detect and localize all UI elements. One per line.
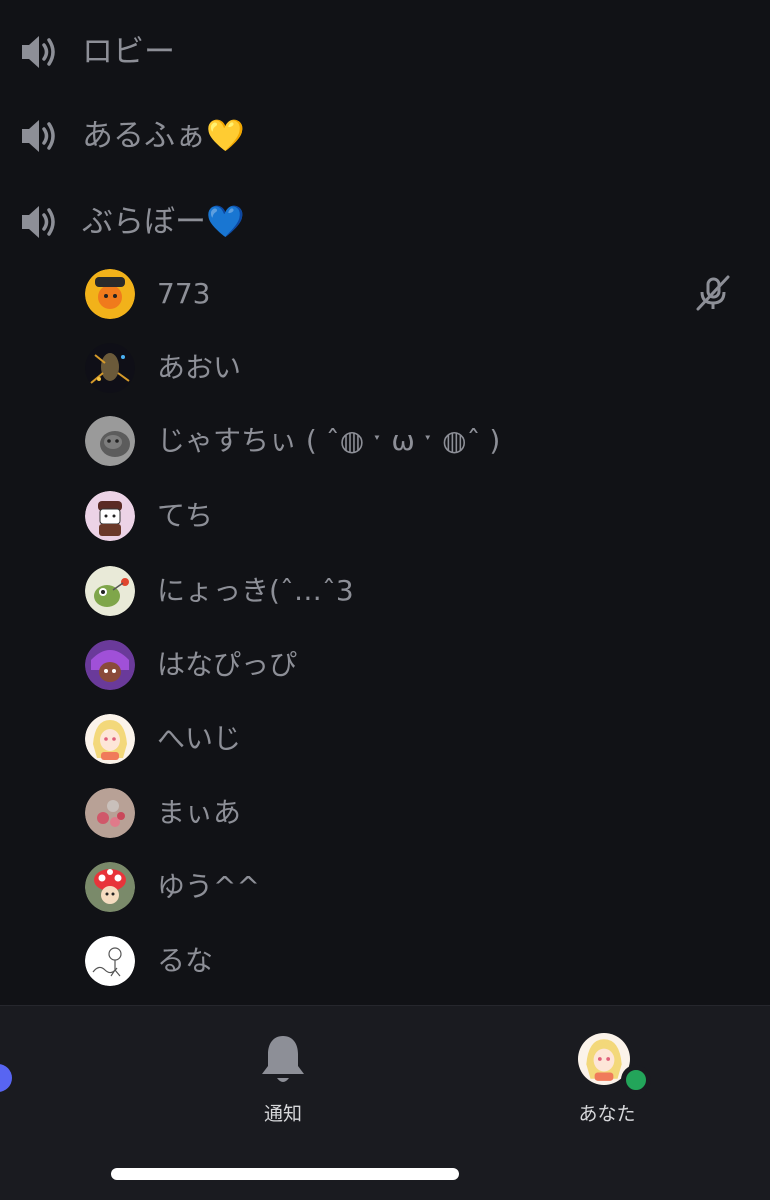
member-name: はなぴっぴ [157, 648, 298, 681]
voice-member[interactable]: るな [0, 926, 770, 996]
online-status-indicator [621, 1065, 651, 1095]
voice-member[interactable]: あおい [0, 333, 770, 403]
member-name: 773 [157, 277, 211, 310]
channel-name: ロビー [82, 34, 175, 70]
member-name: ゆう^^ [157, 870, 260, 903]
speaker-icon [22, 120, 55, 152]
voice-channel-bravo[interactable]: ぶらぼー💙 [0, 184, 770, 260]
servers-tab-icon[interactable] [0, 1064, 12, 1092]
member-name: にょっき(ˆ…ˆ3 [157, 574, 354, 607]
avatar [85, 491, 135, 541]
mic-muted-icon [696, 275, 730, 311]
bottom-tab-bar: 通知 あなた [0, 1005, 770, 1200]
voice-member[interactable]: はなぴっぴ [0, 630, 770, 700]
tab-label: 通知 [263, 1103, 302, 1125]
avatar [85, 714, 135, 764]
member-name: へいじ [157, 722, 242, 755]
speaker-icon [22, 206, 55, 238]
voice-member[interactable]: ゆう^^ [0, 852, 770, 922]
channel-name: ぶらぼー💙 [82, 204, 245, 240]
avatar [85, 566, 135, 616]
speaker-icon [22, 36, 55, 68]
tab-you[interactable]: あなた [537, 1028, 677, 1138]
voice-member[interactable]: へいじ [0, 704, 770, 774]
voice-channel-lobby[interactable]: ロビー [0, 14, 770, 90]
member-name: てち [157, 499, 214, 532]
home-indicator[interactable] [111, 1168, 459, 1180]
avatar [85, 343, 135, 393]
member-name: まぃあ [157, 796, 242, 829]
voice-member[interactable]: まぃあ [0, 778, 770, 848]
voice-member[interactable]: にょっき(ˆ…ˆ3 [0, 556, 770, 626]
member-name: るな [157, 944, 214, 977]
tab-notifications[interactable]: 通知 [213, 1028, 353, 1138]
avatar [85, 640, 135, 690]
voice-member[interactable]: 773 [0, 259, 770, 329]
tab-label: あなた [578, 1103, 636, 1125]
voice-member[interactable]: じゃすちぃ ( ˆ◍ ˑ ω ˑ ◍ˆ ) [0, 406, 770, 476]
member-name: じゃすちぃ ( ˆ◍ ˑ ω ˑ ◍ˆ ) [157, 424, 501, 457]
bell-icon [262, 1036, 304, 1082]
avatar [85, 788, 135, 838]
channel-name: あるふぁ💛 [82, 118, 245, 154]
avatar [85, 269, 135, 319]
voice-member[interactable]: てち [0, 481, 770, 551]
voice-channel-alpha[interactable]: あるふぁ💛 [0, 98, 770, 174]
member-name: あおい [157, 351, 242, 384]
avatar [85, 862, 135, 912]
avatar [85, 936, 135, 986]
avatar [85, 416, 135, 466]
screen: ロビー あるふぁ💛 ぶらぼー💙 773 あおい じゃすちぃ (ˆ◍ ˑ ω ˑ… [0, 0, 770, 1200]
